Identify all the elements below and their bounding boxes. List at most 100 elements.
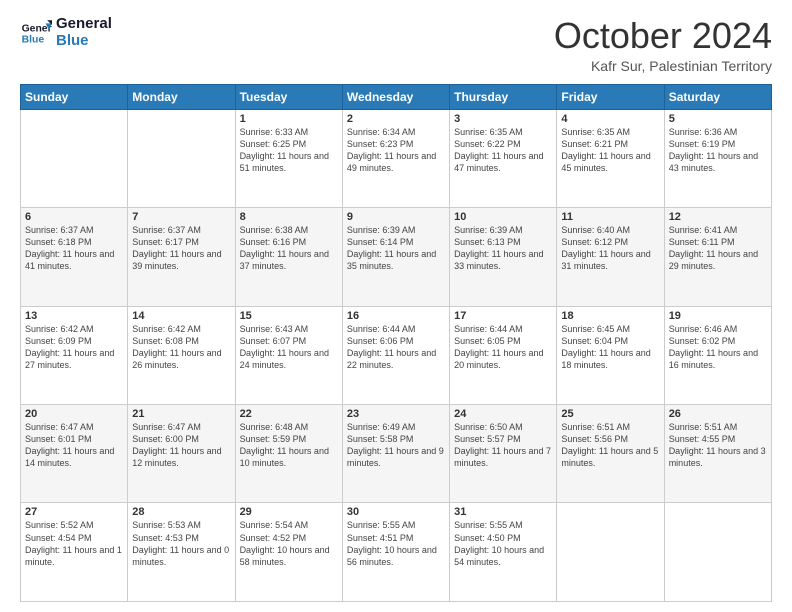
logo: General Blue General Blue	[20, 16, 112, 49]
cell-content: Sunrise: 5:55 AMSunset: 4:50 PMDaylight:…	[454, 519, 552, 568]
table-row: 24Sunrise: 6:50 AMSunset: 5:57 PMDayligh…	[450, 405, 557, 503]
cell-content: Sunrise: 6:48 AMSunset: 5:59 PMDaylight:…	[240, 421, 338, 470]
cell-content: Sunrise: 5:52 AMSunset: 4:54 PMDaylight:…	[25, 519, 123, 568]
day-number: 11	[561, 211, 659, 223]
cell-content: Sunrise: 5:55 AMSunset: 4:51 PMDaylight:…	[347, 519, 445, 568]
table-row: 9Sunrise: 6:39 AMSunset: 6:14 PMDaylight…	[342, 208, 449, 306]
col-sunday: Sunday	[21, 84, 128, 109]
day-number: 13	[25, 310, 123, 322]
table-row: 15Sunrise: 6:43 AMSunset: 6:07 PMDayligh…	[235, 306, 342, 404]
table-row: 8Sunrise: 6:38 AMSunset: 6:16 PMDaylight…	[235, 208, 342, 306]
table-row: 18Sunrise: 6:45 AMSunset: 6:04 PMDayligh…	[557, 306, 664, 404]
cell-content: Sunrise: 6:50 AMSunset: 5:57 PMDaylight:…	[454, 421, 552, 470]
day-number: 21	[132, 408, 230, 420]
day-number: 24	[454, 408, 552, 420]
header-row: Sunday Monday Tuesday Wednesday Thursday…	[21, 84, 772, 109]
week-row-3: 13Sunrise: 6:42 AMSunset: 6:09 PMDayligh…	[21, 306, 772, 404]
day-number: 29	[240, 506, 338, 518]
cell-content: Sunrise: 6:35 AMSunset: 6:21 PMDaylight:…	[561, 126, 659, 175]
table-row	[557, 503, 664, 602]
cell-content: Sunrise: 5:54 AMSunset: 4:52 PMDaylight:…	[240, 519, 338, 568]
table-row: 3Sunrise: 6:35 AMSunset: 6:22 PMDaylight…	[450, 109, 557, 207]
table-row: 1Sunrise: 6:33 AMSunset: 6:25 PMDaylight…	[235, 109, 342, 207]
cell-content: Sunrise: 5:51 AMSunset: 4:55 PMDaylight:…	[669, 421, 767, 470]
header: General Blue General Blue October 2024 K…	[20, 16, 772, 74]
cell-content: Sunrise: 6:49 AMSunset: 5:58 PMDaylight:…	[347, 421, 445, 470]
day-number: 25	[561, 408, 659, 420]
cell-content: Sunrise: 6:47 AMSunset: 6:00 PMDaylight:…	[132, 421, 230, 470]
table-row: 5Sunrise: 6:36 AMSunset: 6:19 PMDaylight…	[664, 109, 771, 207]
table-row: 20Sunrise: 6:47 AMSunset: 6:01 PMDayligh…	[21, 405, 128, 503]
cell-content: Sunrise: 6:37 AMSunset: 6:17 PMDaylight:…	[132, 224, 230, 273]
table-row: 10Sunrise: 6:39 AMSunset: 6:13 PMDayligh…	[450, 208, 557, 306]
day-number: 19	[669, 310, 767, 322]
cell-content: Sunrise: 6:33 AMSunset: 6:25 PMDaylight:…	[240, 126, 338, 175]
cell-content: Sunrise: 6:35 AMSunset: 6:22 PMDaylight:…	[454, 126, 552, 175]
cell-content: Sunrise: 6:45 AMSunset: 6:04 PMDaylight:…	[561, 323, 659, 372]
cell-content: Sunrise: 6:44 AMSunset: 6:06 PMDaylight:…	[347, 323, 445, 372]
cell-content: Sunrise: 6:40 AMSunset: 6:12 PMDaylight:…	[561, 224, 659, 273]
cell-content: Sunrise: 6:42 AMSunset: 6:09 PMDaylight:…	[25, 323, 123, 372]
col-wednesday: Wednesday	[342, 84, 449, 109]
table-row: 27Sunrise: 5:52 AMSunset: 4:54 PMDayligh…	[21, 503, 128, 602]
cell-content: Sunrise: 6:36 AMSunset: 6:19 PMDaylight:…	[669, 126, 767, 175]
location: Kafr Sur, Palestinian Territory	[554, 58, 772, 74]
day-number: 6	[25, 211, 123, 223]
table-row: 29Sunrise: 5:54 AMSunset: 4:52 PMDayligh…	[235, 503, 342, 602]
day-number: 28	[132, 506, 230, 518]
cell-content: Sunrise: 5:53 AMSunset: 4:53 PMDaylight:…	[132, 519, 230, 568]
col-monday: Monday	[128, 84, 235, 109]
day-number: 10	[454, 211, 552, 223]
title-block: October 2024 Kafr Sur, Palestinian Terri…	[554, 16, 772, 74]
day-number: 2	[347, 113, 445, 125]
cell-content: Sunrise: 6:37 AMSunset: 6:18 PMDaylight:…	[25, 224, 123, 273]
day-number: 7	[132, 211, 230, 223]
day-number: 27	[25, 506, 123, 518]
day-number: 14	[132, 310, 230, 322]
col-tuesday: Tuesday	[235, 84, 342, 109]
table-row: 14Sunrise: 6:42 AMSunset: 6:08 PMDayligh…	[128, 306, 235, 404]
svg-text:Blue: Blue	[22, 34, 45, 45]
day-number: 30	[347, 506, 445, 518]
cell-content: Sunrise: 6:46 AMSunset: 6:02 PMDaylight:…	[669, 323, 767, 372]
day-number: 18	[561, 310, 659, 322]
table-row: 16Sunrise: 6:44 AMSunset: 6:06 PMDayligh…	[342, 306, 449, 404]
table-row: 23Sunrise: 6:49 AMSunset: 5:58 PMDayligh…	[342, 405, 449, 503]
day-number: 4	[561, 113, 659, 125]
cell-content: Sunrise: 6:39 AMSunset: 6:13 PMDaylight:…	[454, 224, 552, 273]
table-row: 28Sunrise: 5:53 AMSunset: 4:53 PMDayligh…	[128, 503, 235, 602]
table-row: 11Sunrise: 6:40 AMSunset: 6:12 PMDayligh…	[557, 208, 664, 306]
cell-content: Sunrise: 6:34 AMSunset: 6:23 PMDaylight:…	[347, 126, 445, 175]
table-row: 7Sunrise: 6:37 AMSunset: 6:17 PMDaylight…	[128, 208, 235, 306]
cell-content: Sunrise: 6:38 AMSunset: 6:16 PMDaylight:…	[240, 224, 338, 273]
week-row-2: 6Sunrise: 6:37 AMSunset: 6:18 PMDaylight…	[21, 208, 772, 306]
day-number: 26	[669, 408, 767, 420]
col-thursday: Thursday	[450, 84, 557, 109]
week-row-5: 27Sunrise: 5:52 AMSunset: 4:54 PMDayligh…	[21, 503, 772, 602]
table-row: 19Sunrise: 6:46 AMSunset: 6:02 PMDayligh…	[664, 306, 771, 404]
table-row	[128, 109, 235, 207]
logo-text: General Blue	[56, 16, 112, 49]
day-number: 20	[25, 408, 123, 420]
col-saturday: Saturday	[664, 84, 771, 109]
calendar-page: General Blue General Blue October 2024 K…	[0, 0, 792, 612]
cell-content: Sunrise: 6:47 AMSunset: 6:01 PMDaylight:…	[25, 421, 123, 470]
table-row: 21Sunrise: 6:47 AMSunset: 6:00 PMDayligh…	[128, 405, 235, 503]
day-number: 5	[669, 113, 767, 125]
day-number: 3	[454, 113, 552, 125]
table-row	[664, 503, 771, 602]
day-number: 16	[347, 310, 445, 322]
day-number: 15	[240, 310, 338, 322]
table-row: 4Sunrise: 6:35 AMSunset: 6:21 PMDaylight…	[557, 109, 664, 207]
cell-content: Sunrise: 6:41 AMSunset: 6:11 PMDaylight:…	[669, 224, 767, 273]
week-row-4: 20Sunrise: 6:47 AMSunset: 6:01 PMDayligh…	[21, 405, 772, 503]
day-number: 23	[347, 408, 445, 420]
day-number: 8	[240, 211, 338, 223]
day-number: 17	[454, 310, 552, 322]
table-row: 2Sunrise: 6:34 AMSunset: 6:23 PMDaylight…	[342, 109, 449, 207]
table-row: 12Sunrise: 6:41 AMSunset: 6:11 PMDayligh…	[664, 208, 771, 306]
cell-content: Sunrise: 6:51 AMSunset: 5:56 PMDaylight:…	[561, 421, 659, 470]
week-row-1: 1Sunrise: 6:33 AMSunset: 6:25 PMDaylight…	[21, 109, 772, 207]
day-number: 12	[669, 211, 767, 223]
logo-icon: General Blue	[20, 17, 52, 49]
